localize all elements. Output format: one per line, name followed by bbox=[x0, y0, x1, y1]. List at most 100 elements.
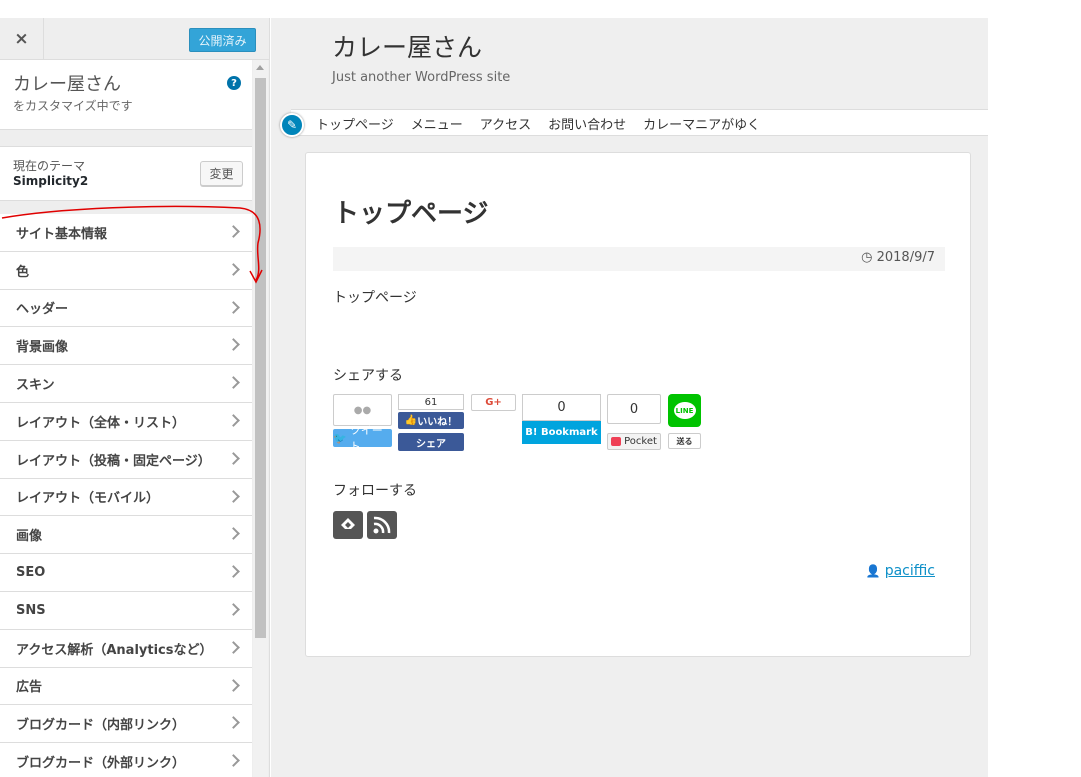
close-button[interactable]: × bbox=[0, 18, 44, 60]
line-icon[interactable]: LINE bbox=[668, 394, 701, 427]
author-link[interactable]: paciffic bbox=[885, 563, 935, 579]
twitter-share-button[interactable]: 🐦 ツイート bbox=[333, 424, 392, 453]
menu-item-colors[interactable]: 色 bbox=[0, 251, 252, 290]
nav-item-contact[interactable]: お問い合わせ bbox=[548, 114, 626, 133]
pocket-count: 0 bbox=[607, 394, 661, 424]
facebook-like-label: いいね！ bbox=[417, 417, 458, 428]
nav-item-curry-mania[interactable]: カレーマニアがゆく bbox=[643, 114, 760, 133]
site-preview: カレー屋さん Just another WordPress site ✎ トップ… bbox=[271, 18, 988, 777]
global-nav: ✎ トップページ メニュー アクセス お問い合わせ カレーマニアがゆく bbox=[280, 109, 988, 137]
menu-item-ads[interactable]: 広告 bbox=[0, 667, 252, 706]
menu-item-label: ブログカード（外部リンク） bbox=[16, 756, 186, 772]
chevron-right-icon bbox=[227, 338, 240, 352]
twitter-label: ツイート bbox=[349, 424, 383, 453]
chevron-right-icon bbox=[227, 603, 240, 616]
google-plus-button[interactable]: G+ bbox=[471, 394, 516, 411]
chevron-right-icon bbox=[227, 640, 240, 654]
menu-item-label: 広告 bbox=[16, 680, 43, 696]
chevron-right-icon bbox=[227, 754, 240, 768]
theme-name: Simplicity2 bbox=[13, 174, 89, 188]
menu-item-seo[interactable]: SEO bbox=[0, 554, 252, 592]
customizer-menu: サイト基本情報 色 ヘッダー 背景画像 スキン レイアウト（全体・リスト） レイ… bbox=[0, 214, 252, 777]
line-send-button[interactable]: 送る bbox=[668, 433, 701, 449]
facebook-share-button[interactable]: シェア bbox=[398, 433, 464, 451]
menu-item-label: レイアウト（モバイル） bbox=[16, 491, 160, 507]
menu-item-layout-list[interactable]: レイアウト（全体・リスト） bbox=[0, 402, 252, 441]
change-theme-button[interactable]: 変更 bbox=[200, 161, 243, 186]
menu-item-layout-mobile[interactable]: レイアウト（モバイル） bbox=[0, 478, 252, 517]
chevron-right-icon bbox=[227, 489, 240, 503]
nav-item-top[interactable]: トップページ bbox=[316, 114, 394, 133]
scroll-up-arrow-icon[interactable] bbox=[256, 65, 264, 70]
help-icon[interactable]: ? bbox=[227, 76, 241, 90]
scrollbar-thumb[interactable] bbox=[255, 78, 266, 638]
menu-item-background-image[interactable]: 背景画像 bbox=[0, 327, 252, 366]
rss-icon[interactable] bbox=[367, 511, 397, 539]
pocket-icon bbox=[611, 437, 622, 446]
sidebar-scrollbar[interactable] bbox=[253, 60, 268, 777]
customizing-text: をカスタマイズ中です bbox=[13, 99, 133, 113]
chevron-right-icon bbox=[227, 300, 240, 314]
menu-item-label: スキン bbox=[16, 378, 55, 394]
chevron-right-icon bbox=[227, 376, 240, 390]
menu-item-layout-post[interactable]: レイアウト（投稿・固定ページ） bbox=[0, 440, 252, 479]
customizer-header: × 公開済み bbox=[0, 18, 269, 60]
chevron-right-icon bbox=[227, 527, 240, 541]
chevron-right-icon bbox=[227, 414, 240, 427]
edit-pencil-icon[interactable]: ✎ bbox=[280, 113, 304, 137]
nav-item-access[interactable]: アクセス bbox=[480, 114, 531, 133]
menu-item-label: ヘッダー bbox=[16, 302, 69, 318]
line-logo-label: LINE bbox=[673, 402, 696, 419]
post-date: ◷ 2018/9/7 bbox=[861, 250, 935, 265]
clock-icon: ◷ bbox=[861, 250, 877, 265]
site-title[interactable]: カレー屋さん bbox=[332, 28, 482, 64]
menu-item-label: サイト基本情報 bbox=[16, 226, 108, 242]
menu-item-analytics[interactable]: アクセス解析（Analyticsなど） bbox=[0, 629, 252, 668]
hatena-bookmark-button[interactable]: B! Bookmark bbox=[522, 421, 601, 444]
chevron-right-icon bbox=[227, 262, 240, 276]
customize-info: カレー屋さん をカスタマイズ中です ? bbox=[0, 60, 252, 130]
menu-item-label: SEO bbox=[16, 565, 46, 581]
menu-item-label: レイアウト（投稿・固定ページ） bbox=[16, 453, 211, 469]
theme-label: 現在のテーマ bbox=[13, 159, 86, 173]
twitter-bird-icon: 🐦 bbox=[333, 431, 347, 445]
publish-button[interactable]: 公開済み bbox=[189, 28, 256, 52]
share-heading: シェアする bbox=[333, 368, 403, 384]
menu-item-header[interactable]: ヘッダー bbox=[0, 289, 252, 328]
customizer-window: × 公開済み カレー屋さん をカスタマイズ中です ? 現在のテーマ Simpli… bbox=[0, 0, 1081, 777]
post-date-text: 2018/9/7 bbox=[876, 250, 935, 265]
facebook-like-button[interactable]: 👍 いいね！ bbox=[398, 412, 464, 429]
article-title: トップページ bbox=[333, 199, 489, 229]
article-body: トップページ bbox=[333, 290, 417, 306]
hatena-count: 0 bbox=[522, 394, 601, 421]
feedly-icon[interactable] bbox=[333, 511, 363, 539]
customize-site-name: カレー屋さん bbox=[13, 74, 121, 95]
menu-item-label: レイアウト（全体・リスト） bbox=[16, 415, 186, 431]
menu-item-skin[interactable]: スキン bbox=[0, 365, 252, 403]
menu-item-label: 背景画像 bbox=[16, 340, 69, 356]
menu-item-label: SNS bbox=[16, 602, 46, 618]
menu-item-label: ブログカード（内部リンク） bbox=[16, 718, 186, 734]
chevron-right-icon bbox=[227, 451, 240, 465]
pocket-button[interactable]: Pocket bbox=[607, 433, 661, 450]
speech-bubble-icon: ●● bbox=[353, 404, 372, 416]
date-bar: ◷ 2018/9/7 bbox=[333, 247, 945, 271]
chevron-right-icon bbox=[227, 565, 240, 579]
customizer-panel: × 公開済み カレー屋さん をカスタマイズ中です ? 現在のテーマ Simpli… bbox=[0, 18, 270, 777]
menu-item-sns[interactable]: SNS bbox=[0, 591, 252, 630]
chevron-right-icon bbox=[227, 225, 240, 238]
menu-item-image[interactable]: 画像 bbox=[0, 516, 252, 555]
follow-heading: フォローする bbox=[333, 483, 417, 499]
chevron-right-icon bbox=[227, 678, 240, 692]
menu-item-label: 画像 bbox=[16, 529, 43, 545]
facebook-count: 61 bbox=[398, 394, 464, 410]
menu-item-site-identity[interactable]: サイト基本情報 bbox=[0, 214, 252, 252]
menu-item-blogcard-internal[interactable]: ブログカード（内部リンク） bbox=[0, 705, 252, 744]
menu-item-label: アクセス解析（Analyticsなど） bbox=[16, 642, 213, 658]
nav-item-menu[interactable]: メニュー bbox=[411, 114, 463, 133]
chevron-right-icon bbox=[227, 716, 240, 730]
current-theme-section: 現在のテーマ Simplicity2 変更 bbox=[0, 146, 252, 201]
menu-item-blogcard-external[interactable]: ブログカード（外部リンク） bbox=[0, 743, 252, 777]
user-icon: 👤 bbox=[865, 564, 881, 578]
pocket-label: Pocket bbox=[624, 436, 657, 447]
